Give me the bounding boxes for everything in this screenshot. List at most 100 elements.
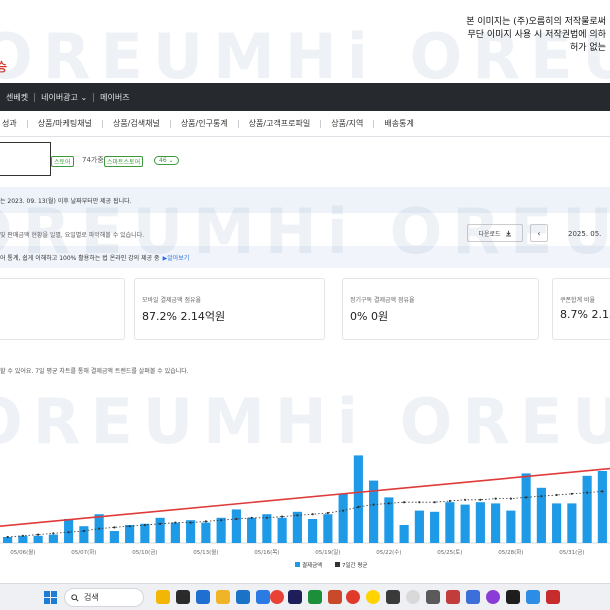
chart-description: 할 수 있어요. 7일 평균 차트를 통해 결제금액 트렌드를 살펴볼 수 있습… [0, 368, 189, 375]
browser-edge-icon[interactable] [256, 590, 270, 604]
tab-performance[interactable]: 성과 [0, 118, 27, 129]
average-point [281, 515, 284, 518]
download-button[interactable]: 다운로드 [467, 224, 523, 242]
average-point [113, 526, 116, 529]
app-gray-icon[interactable] [426, 590, 440, 604]
widgets-icon[interactable] [156, 590, 170, 604]
record-icon[interactable] [406, 590, 420, 604]
average-point [220, 519, 223, 522]
filter-text: 74가중 [82, 156, 104, 164]
bar [247, 517, 257, 543]
topnav-item-2[interactable]: 메이버즈 [94, 92, 135, 103]
taskbar: 검색 [0, 583, 610, 610]
powerpoint-icon[interactable] [328, 590, 342, 604]
app-purple-icon[interactable] [486, 590, 500, 604]
bar [567, 503, 577, 543]
premiere-icon[interactable] [288, 590, 302, 604]
kpi-card-subscription-share: 정기구독 결제금액 점유율 0% 0원 [342, 278, 539, 340]
average-point [189, 521, 192, 524]
tab-delivery-stats[interactable]: 배송통계 [374, 118, 423, 129]
tab-product-search-channel[interactable]: 상품/검색채널 [103, 118, 170, 129]
download-icon [505, 230, 511, 236]
notice-line-1: 본 이미지는 (주)오름히의 저작물로써 [466, 17, 606, 27]
bar [125, 525, 135, 543]
store-tag: 스토어 [51, 156, 74, 167]
search-icon [71, 593, 79, 602]
taskbar-search-label: 검색 [84, 593, 99, 602]
task-view-icon[interactable] [176, 590, 190, 604]
bar [597, 471, 607, 543]
average-point [67, 531, 70, 534]
x-tick-label: 05/16(목) [254, 549, 279, 556]
tab-product-region[interactable]: 상품/지역 [321, 118, 373, 129]
kakaotalk-icon[interactable] [366, 590, 380, 604]
average-point [357, 505, 360, 509]
x-tick-label: 05/06(월) [10, 548, 35, 556]
topnav-item-1[interactable]: 네이버광고 ⌄ [35, 92, 93, 103]
app-blue-icon[interactable] [526, 590, 540, 604]
app-dark-icon[interactable] [506, 590, 520, 604]
average-point [570, 492, 573, 495]
bar [140, 523, 150, 543]
bar [430, 511, 440, 543]
kpi-value: 8.7% 2.13 [560, 308, 610, 321]
app-red-square-icon[interactable] [546, 590, 560, 604]
x-tick-label: 05/31(금) [559, 549, 584, 556]
tab-product-marketing-channel[interactable]: 상품/마케팅채널 [28, 118, 102, 129]
average-point [98, 527, 101, 530]
chrome-icon[interactable] [270, 590, 284, 604]
calculator-icon[interactable] [386, 590, 400, 604]
average-point [311, 513, 314, 516]
kpi-card-overview [0, 278, 125, 340]
photos-icon[interactable] [466, 590, 480, 604]
windows-start-icon[interactable] [44, 591, 57, 604]
kpi-card-coupon-ratio: 쿠폰합계 비율 8.7% 2.13 [552, 278, 610, 340]
kpi-label: 모바일 결제금액 점유율 [142, 297, 202, 304]
bar [460, 504, 470, 543]
payment-amount-chart: 05/06(월) 05/07(화) 05/10(금) 05/13(월) 05/16(목)… [0, 455, 610, 569]
average-point [326, 511, 329, 515]
average-point [509, 497, 512, 500]
taskbar-search[interactable]: 검색 [64, 588, 144, 607]
legend-swatch-average [335, 562, 340, 567]
file-explorer-icon[interactable] [216, 590, 230, 604]
kpi-label: 쿠폰합계 비율 [560, 297, 596, 304]
product-thumbnail-box[interactable] [0, 142, 51, 176]
tab-product-customer-profile[interactable]: 상품/고객프로파일 [239, 118, 321, 129]
excel-icon[interactable] [308, 590, 322, 604]
notice-line-2: 무단 이미지 사용 시 저작권법에 의하 [467, 30, 606, 40]
average-point [37, 533, 40, 536]
average-point [403, 501, 406, 504]
promo-text: 어 통계, 쉽게 이해하고 100% 활용하는 법 온라인 강의 제공 중 [0, 254, 160, 262]
bar [323, 514, 333, 543]
average-point [82, 529, 85, 533]
x-tick-label: 05/28(화) [498, 549, 523, 556]
average-point [586, 491, 589, 494]
bar [231, 509, 241, 543]
x-tick-label: 05/22(수) [376, 549, 401, 556]
topnav-item-1-label: 네이버광고 [41, 92, 78, 102]
promo-more-link[interactable]: ▶알아보기 [163, 253, 190, 262]
bar [64, 519, 74, 543]
brand-logo[interactable]: 승 [0, 58, 7, 75]
count-dropdown[interactable]: 46 ⌄ [154, 156, 179, 165]
previous-period-button[interactable]: ‹ [530, 224, 548, 242]
kpi-cards: 모바일 결제금액 점유율 87.2% 2.14억원 정기구독 결제금액 점유율 … [0, 278, 610, 340]
acrobat-icon[interactable] [446, 590, 460, 604]
tab-product-demographics[interactable]: 상품/인구통계 [171, 118, 238, 129]
date-range[interactable]: 2025. 05. [568, 230, 601, 238]
bar [79, 526, 89, 543]
average-point [342, 509, 345, 512]
kpi-value: 87.2% 2.14억원 [142, 310, 226, 323]
app-icon[interactable] [236, 590, 250, 604]
bar [170, 522, 180, 543]
average-point [204, 520, 207, 523]
store-icon[interactable] [196, 590, 210, 604]
x-tick-label: 05/07(화) [71, 549, 96, 556]
app-red-icon[interactable] [346, 590, 360, 604]
bar [48, 534, 58, 543]
legend-label-payment: 결제금액 [302, 561, 322, 569]
section-toolbar: 및 판매금액 현황을 일별, 요일별로 파악해볼 수 있습니다. 다운로드 ‹ … [0, 222, 610, 246]
average-point [159, 522, 162, 525]
topnav-item-0[interactable]: 센베켓 [0, 92, 34, 103]
